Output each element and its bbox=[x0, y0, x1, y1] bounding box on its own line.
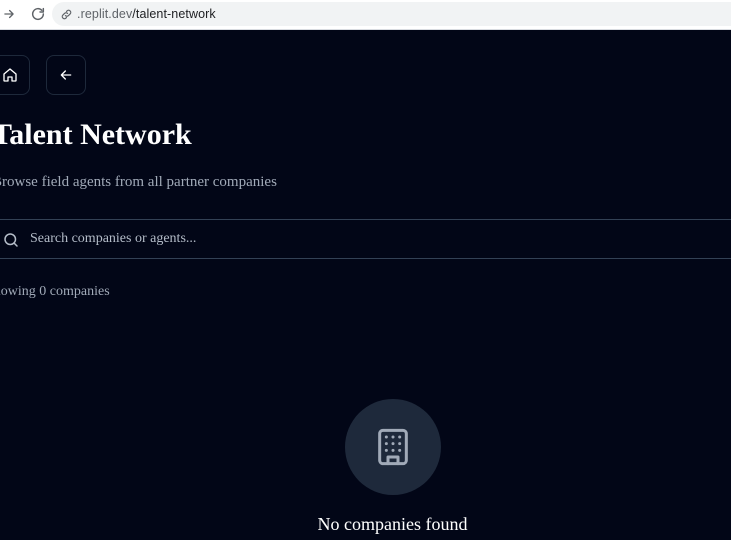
empty-state-title: No companies found bbox=[317, 514, 468, 534]
page-subtitle: Browse field agents from all partner com… bbox=[0, 174, 277, 190]
url-domain: .replit.dev bbox=[77, 7, 133, 21]
url-path: /talent-network bbox=[132, 7, 216, 21]
site-info-icon bbox=[61, 9, 72, 19]
reload-button[interactable] bbox=[27, 3, 49, 25]
back-button[interactable] bbox=[46, 55, 86, 95]
building-icon bbox=[378, 428, 408, 466]
browser-toolbar: .replit.dev/talent-network bbox=[0, 0, 731, 30]
address-bar[interactable]: .replit.dev/talent-network bbox=[52, 2, 731, 26]
home-button[interactable] bbox=[0, 55, 30, 95]
search-bar bbox=[0, 219, 731, 259]
search-icon bbox=[4, 233, 18, 247]
empty-state-icon-circle bbox=[345, 399, 441, 495]
search-input[interactable] bbox=[30, 220, 710, 258]
home-icon bbox=[3, 68, 17, 82]
page-title: Talent Network bbox=[0, 118, 192, 151]
results-count: Showing 0 companies bbox=[0, 284, 110, 299]
forward-button[interactable] bbox=[0, 3, 20, 25]
arrow-left-icon bbox=[60, 70, 72, 80]
reload-icon bbox=[31, 7, 45, 21]
arrow-right-icon bbox=[4, 9, 14, 19]
url-text: .replit.dev/talent-network bbox=[77, 7, 216, 21]
